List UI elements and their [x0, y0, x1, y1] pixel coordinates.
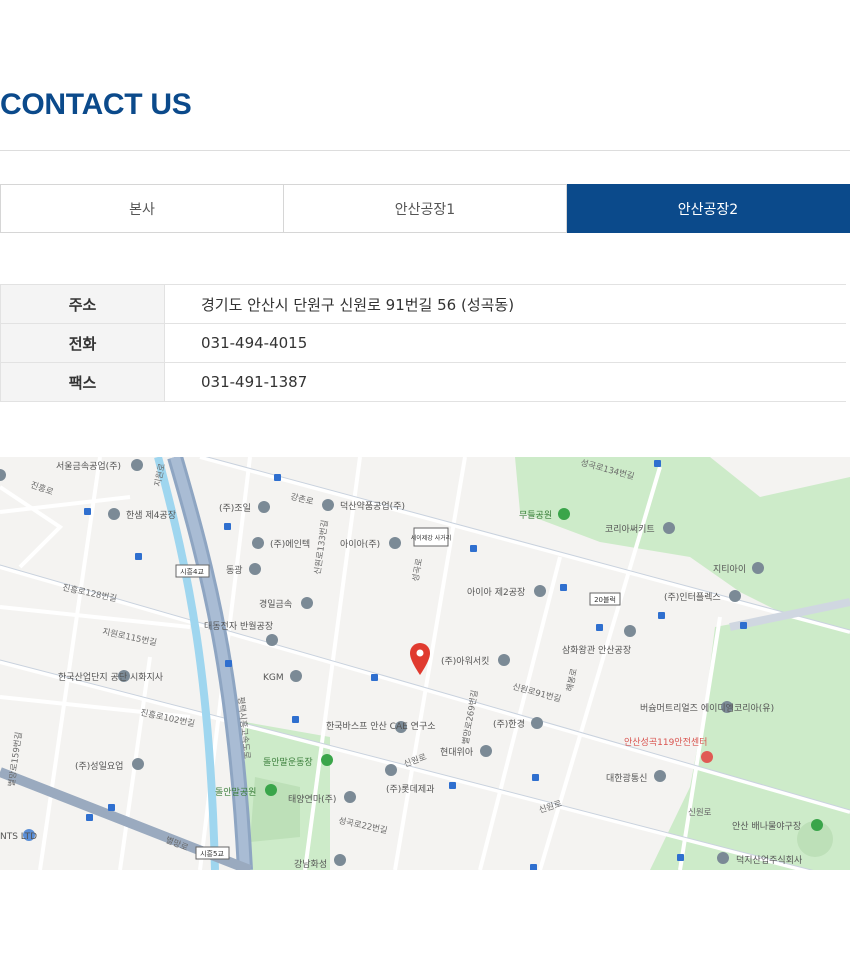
road-label: 신원로133번길 [313, 519, 331, 575]
svg-text:세이제강 사거리: 세이제강 사거리 [411, 534, 452, 542]
place-label: 태양연마(주) [288, 794, 336, 805]
address-value: 경기도 안산시 단원구 신원로 91번길 56 (성곡동) [164, 284, 846, 324]
table-row: 주소 경기도 안산시 단원구 신원로 91번길 56 (성곡동) [0, 284, 846, 324]
place-label: 강남화성 [294, 859, 327, 870]
fire-station-icon [701, 751, 713, 763]
place-label: 대한광통신 [606, 772, 647, 784]
page-title: CONTACT US [0, 88, 192, 121]
address-label: 주소 [0, 284, 165, 324]
road-label: 신원로 [688, 808, 712, 818]
place-label: KGM [263, 673, 284, 683]
location-tabs: 본사 안산공장1 안산공장2 [0, 184, 850, 233]
place-label: (주)성일요업 [75, 761, 123, 772]
road-badge: 20블럭 [589, 592, 621, 606]
tab-headquarters[interactable]: 본사 [0, 184, 284, 233]
place-label: 돌안말운동장 [263, 756, 313, 768]
place-label: 대동전자 반월공장 [204, 620, 273, 632]
place-label: 한국바스프 안산 CAE 연구소 [326, 721, 436, 732]
table-row: 전화 031-494-4015 [0, 323, 846, 363]
place-label: 아이아 제2공장 [467, 587, 525, 598]
phone-label: 전화 [0, 323, 165, 363]
place-label: 무들공원 [519, 510, 552, 521]
place-label: (주)아워서킷 [441, 655, 489, 667]
location-map[interactable]: 강촌로 신원로133번길 성곡로 신원로91번길 신원로 성곡로22번길 별망로… [0, 457, 850, 870]
road-label: 해봉로 [565, 667, 580, 692]
road-label: 강촌로 [289, 491, 315, 507]
place-label: (주)에인텍 [270, 539, 310, 550]
place-label: 한샘 제4공장 [126, 510, 176, 521]
place-label: (주)조일 [219, 503, 251, 514]
place-label: 버슘머트리얼즈 에이디엠코리아(유) [640, 702, 774, 714]
svg-text:시흥4교: 시흥4교 [180, 567, 204, 576]
minor-road [0, 485, 64, 569]
road-label: 진흥로 [29, 479, 55, 497]
place-label: (주)롯데제과 [386, 784, 434, 795]
place-label: NTS LTD [0, 832, 37, 842]
place-label: (주)인터플렉스 [664, 592, 721, 603]
phone-value: 031-494-4015 [164, 323, 846, 363]
place-label: 덕산약품공업(주) [340, 500, 405, 512]
place-label: 현대위아 [440, 747, 474, 758]
contact-info-table: 주소 경기도 안산시 단원구 신원로 91번길 56 (성곡동) 전화 031-… [0, 284, 846, 402]
place-label: 동광 [226, 564, 243, 576]
road-label: 진흥로128번길 [61, 582, 117, 604]
fax-value: 031-491-1387 [164, 362, 846, 402]
place-label: 경일금속 [259, 598, 292, 610]
title-divider [0, 150, 850, 151]
road-label: 성곡로 [411, 558, 425, 583]
tab-ansan-factory-1[interactable]: 안산공장1 [284, 184, 567, 233]
svg-text:시흥5교: 시흥5교 [200, 849, 224, 858]
place-label: 지티아이 [713, 564, 746, 575]
road-label: 지원로115번길 [101, 627, 157, 648]
place-label: 덕지산업주식회사 [736, 855, 803, 866]
place-label: 돌안말공원 [215, 786, 256, 798]
road-badge: 시흥5교 [195, 846, 230, 860]
place-label: 아이아(주) [340, 539, 380, 550]
map-canvas[interactable]: 강촌로 신원로133번길 성곡로 신원로91번길 신원로 성곡로22번길 별망로… [0, 457, 850, 870]
place-label: 삼화왕관 안산공장 [562, 645, 631, 656]
road-label: 신원로91번길 [511, 682, 562, 705]
road-label: 별망로269번길 [460, 689, 480, 745]
place-label: 안산 배나물야구장 [732, 821, 801, 832]
fax-label: 팩스 [0, 362, 165, 402]
place-label: 한국산업단지 공단 시화지사 [58, 672, 164, 683]
road-badge: 세이제강 사거리 [411, 527, 452, 547]
place-label: 안산성곡119안전센터 [624, 737, 707, 748]
table-row: 팩스 031-491-1387 [0, 362, 846, 402]
place-label: 코리아써키트 [605, 524, 655, 535]
road-label: 성곡로22번길 [337, 816, 388, 836]
place-label: (주)한경 [493, 718, 525, 730]
road-badge: 시흥4교 [175, 564, 210, 578]
svg-text:20블럭: 20블럭 [594, 595, 616, 604]
place-label: 서울금속공업(주) [56, 461, 121, 472]
tab-ansan-factory-2[interactable]: 안산공장2 [567, 184, 850, 233]
